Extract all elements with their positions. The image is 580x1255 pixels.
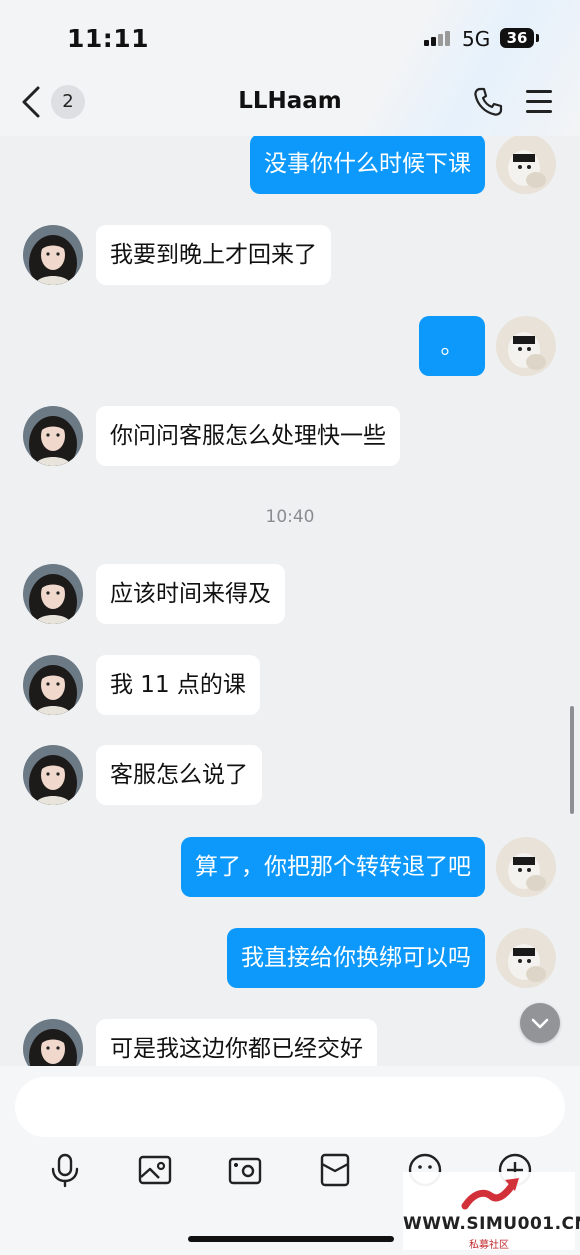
my-avatar[interactable] (496, 316, 556, 376)
girl-avatar-icon (23, 1019, 83, 1066)
top-bar: 11:11 5G 36 2 LLHaam (0, 0, 580, 136)
battery-icon: 36 (500, 28, 534, 48)
cat-avatar-icon (496, 316, 556, 376)
message-input[interactable] (15, 1077, 565, 1137)
message-bubble-incoming[interactable]: 你问问客服怎么处理快一些 (96, 406, 400, 466)
chat-scrollbar[interactable] (570, 706, 574, 814)
microphone-icon[interactable] (47, 1152, 83, 1188)
girl-avatar-icon (23, 745, 83, 805)
contact-avatar[interactable] (23, 564, 83, 624)
chat-message-list[interactable]: 没事你什么时候下课 我要到晚上才回来了 。 你问问客服怎么处理快一些 10:40… (0, 136, 580, 1066)
message-bubble-outgoing[interactable]: 。 (419, 316, 485, 376)
watermark-site: WWW.SIMU001.CN (403, 1214, 580, 1234)
message-bubble-incoming[interactable]: 我 11 点的课 (96, 655, 260, 715)
message-bubble-outgoing[interactable]: 我直接给你换绑可以吗 (227, 928, 485, 988)
message-timestamp: 10:40 (265, 507, 315, 527)
cat-avatar-icon (496, 928, 556, 988)
camera-icon[interactable] (227, 1152, 263, 1188)
contact-avatar[interactable] (23, 745, 83, 805)
message-bubble-incoming[interactable]: 客服怎么说了 (96, 745, 262, 805)
girl-avatar-icon (23, 655, 83, 715)
home-indicator[interactable] (188, 1236, 394, 1242)
message-bubble-incoming[interactable]: 应该时间来得及 (96, 564, 285, 624)
message-bubble-outgoing[interactable]: 算了，你把那个转转退了吧 (181, 837, 485, 897)
chevron-down-icon (531, 1018, 549, 1029)
image-icon[interactable] (137, 1152, 173, 1188)
cat-avatar-icon (496, 136, 556, 194)
menu-icon[interactable] (526, 90, 552, 114)
network-type: 5G (462, 27, 491, 51)
status-time: 11:11 (67, 24, 150, 53)
watermark-label: 私募社区 (469, 1240, 509, 1251)
my-avatar[interactable] (496, 136, 556, 194)
watermark-logo-icon (461, 1178, 519, 1210)
contact-avatar[interactable] (23, 225, 83, 285)
scroll-to-bottom-button[interactable] (520, 1003, 560, 1043)
message-bubble-outgoing[interactable]: 没事你什么时候下课 (250, 136, 485, 194)
watermark: WWW.SIMU001.CN 私募社区 (403, 1172, 580, 1251)
phone-call-icon[interactable] (472, 86, 504, 118)
cat-avatar-icon (496, 837, 556, 897)
contact-avatar[interactable] (23, 1019, 83, 1066)
message-bubble-incoming[interactable]: 可是我这边你都已经交好 (96, 1019, 377, 1066)
cellular-signal-icon (424, 30, 454, 46)
girl-avatar-icon (23, 564, 83, 624)
battery-tip (536, 34, 539, 42)
contact-avatar[interactable] (23, 406, 83, 466)
my-avatar[interactable] (496, 928, 556, 988)
message-bubble-incoming[interactable]: 我要到晚上才回来了 (96, 225, 331, 285)
girl-avatar-icon (23, 225, 83, 285)
contact-avatar[interactable] (23, 655, 83, 715)
girl-avatar-icon (23, 406, 83, 466)
red-packet-icon[interactable] (317, 1152, 353, 1188)
my-avatar[interactable] (496, 837, 556, 897)
